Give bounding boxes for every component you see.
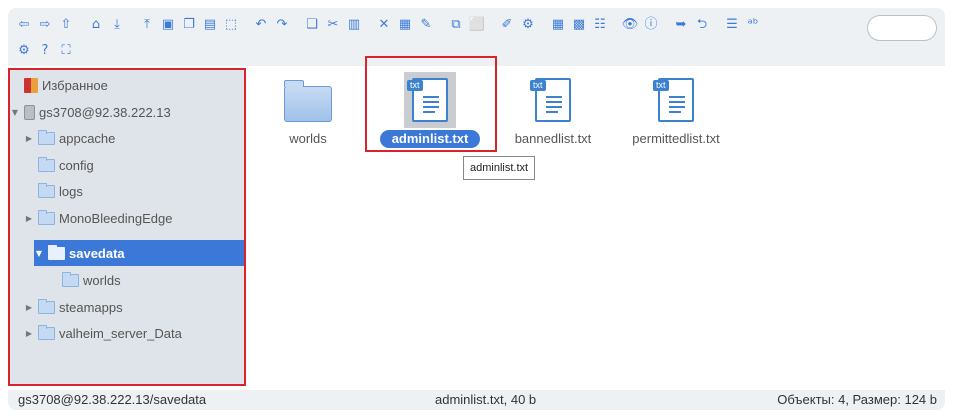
copy-doc-icon[interactable]: ❐	[181, 17, 197, 33]
status-path: gs3708@92.38.222.13/savedata	[18, 392, 207, 407]
file-name: bannedlist.txt	[514, 131, 592, 146]
tree-item-worlds[interactable]: worlds	[10, 268, 244, 292]
folder-tree: Избранное ▼ gs3708@92.38.222.13 ▶ appcac…	[8, 68, 246, 386]
extract-icon[interactable]: ⚙	[520, 17, 536, 33]
collapse-arrow-icon[interactable]: ▼	[10, 108, 20, 117]
info-icon[interactable]: ⓘ	[643, 17, 659, 33]
tree-item-server[interactable]: ▼ gs3708@92.38.222.13	[10, 100, 244, 124]
up-icon[interactable]: ⇧	[58, 17, 74, 33]
tree-item-config[interactable]: config	[10, 153, 244, 177]
file-manager-window: ⇦ ⇨ ⇧ ⌂ ⤓ ⤒ ▣ ❐ ▤ ⬚ ↶ ↷ ❏ ✂ ▥ ✕ ▦ ✎ ⧉ ⬜ ✐ ⚙ ▦ ▩ ☷ 👁 ⓘ ➥ ⮌ ☰ ᵃᵇ ⚙? ⛶ Изб…	[8, 8, 945, 410]
tree-item-label: savedata	[69, 245, 125, 261]
tree-item-appcache[interactable]: ▶ appcache	[10, 126, 244, 150]
icons-view-icon[interactable]: ▦	[550, 17, 566, 33]
folder-icon	[38, 209, 55, 225]
tree-item-label: config	[59, 157, 94, 173]
expand-arrow-icon[interactable]: ▶	[24, 303, 34, 312]
fullscreen-icon[interactable]: ⛶	[58, 43, 74, 59]
home-icon[interactable]: ⌂	[88, 17, 104, 33]
tooltip: adminlist.txt	[463, 156, 536, 180]
tree-item-label: steamapps	[59, 299, 123, 315]
redo-icon[interactable]: ↷	[274, 17, 290, 33]
tree-item-label: logs	[59, 183, 83, 199]
expand-arrow-icon[interactable]: ▶	[24, 329, 34, 338]
save-alt-icon[interactable]: ▤	[202, 17, 218, 33]
file-item-permittedlist[interactable]: txt permittedlist.txt	[616, 72, 736, 156]
folder-icon	[283, 80, 332, 122]
server-icon	[24, 104, 35, 120]
folder-icon	[62, 271, 79, 287]
toolbar-row-2: ⚙? ⛶	[16, 43, 79, 59]
status-summary: Объекты: 4, Размер: 124 b	[777, 392, 937, 407]
folder-icon	[38, 129, 55, 145]
tree-item-label: gs3708@92.38.222.13	[39, 104, 171, 120]
save-icon[interactable]: ▣	[160, 17, 176, 33]
arrow-left-icon[interactable]: ⮌	[694, 17, 710, 33]
tree-item-label: MonoBleedingEdge	[59, 210, 173, 226]
folder-icon	[38, 156, 55, 172]
select-icon[interactable]: ⬚	[223, 17, 239, 33]
file-thumb	[248, 72, 368, 128]
tree-item-label: worlds	[83, 272, 121, 288]
forward-icon[interactable]: ⇨	[37, 17, 53, 33]
expand-arrow-icon[interactable]: ▶	[24, 134, 34, 143]
cut-icon[interactable]: ✂	[325, 17, 341, 33]
file-thumb: txt	[616, 72, 736, 128]
favorites-icon	[24, 77, 38, 93]
file-type-tag: txt	[653, 80, 669, 91]
tree-item-valheim-server-data[interactable]: ▶ valheim_server_Data	[10, 321, 244, 345]
status-bar: gs3708@92.38.222.13/savedata adminlist.t…	[8, 390, 945, 410]
download-icon[interactable]: ⤓	[109, 17, 125, 33]
folder-icon	[38, 182, 55, 198]
help-icon[interactable]: ?	[37, 43, 53, 59]
duplicate-icon[interactable]: ⧉	[448, 17, 464, 33]
edit-icon[interactable]: ✐	[499, 17, 515, 33]
status-selection: adminlist.txt, 40 b	[435, 392, 537, 407]
settings-icon[interactable]: ⚙	[16, 43, 32, 59]
preview-icon[interactable]: 👁	[622, 17, 639, 33]
file-item-worlds[interactable]: worlds	[248, 72, 368, 156]
tree-item-favorites[interactable]: Избранное	[10, 73, 244, 97]
folder-icon	[38, 298, 55, 314]
tree-item-label: appcache	[59, 130, 116, 146]
tree-item-label: Избранное	[42, 77, 108, 93]
tree-item-logs[interactable]: logs	[10, 179, 244, 203]
folder-open-icon	[48, 244, 65, 260]
tree-item-steamapps[interactable]: ▶ steamapps	[10, 295, 244, 319]
txt-file-icon: txt	[653, 78, 694, 122]
text-icon[interactable]: ᵃᵇ	[745, 17, 761, 33]
copy-icon[interactable]: ❏	[304, 17, 320, 33]
tree-item-label: valheim_server_Data	[59, 325, 182, 341]
file-thumb: txt	[493, 72, 613, 128]
collapse-arrow-icon[interactable]: ▼	[34, 249, 44, 258]
clear-icon[interactable]: ▦	[397, 17, 413, 33]
delete-icon[interactable]: ✕	[376, 17, 392, 33]
paste-icon[interactable]: ▥	[346, 17, 362, 33]
search-input[interactable]	[867, 15, 937, 41]
file-item-bannedlist[interactable]: txt bannedlist.txt	[493, 72, 613, 156]
details-icon[interactable]: ☰	[724, 17, 740, 33]
folder-icon	[38, 324, 55, 340]
txt-file-icon: txt	[530, 78, 571, 122]
rename-icon[interactable]: ✎	[418, 17, 434, 33]
back-icon[interactable]: ⇦	[16, 17, 32, 33]
arrow-right-icon[interactable]: ➥	[673, 17, 689, 33]
select-all-icon[interactable]: ⬜	[469, 17, 485, 33]
undo-icon[interactable]: ↶	[253, 17, 269, 33]
tree-item-monobleedingedge[interactable]: ▶ MonoBleedingEdge	[10, 206, 244, 230]
upload-icon[interactable]: ⤒	[139, 17, 155, 33]
toolbar-row-1: ⇦ ⇨ ⇧ ⌂ ⤓ ⤒ ▣ ❐ ▤ ⬚ ↶ ↷ ❏ ✂ ▥ ✕ ▦ ✎ ⧉ ⬜ ✐ ⚙ ▦ ▩ ☷ 👁 ⓘ ➥ ⮌ ☰ ᵃᵇ	[16, 17, 766, 33]
expand-arrow-icon[interactable]: ▶	[24, 214, 34, 223]
file-type-tag: txt	[530, 80, 546, 91]
grid-view-icon[interactable]: ▩	[571, 17, 587, 33]
tree-item-savedata[interactable]: ▼ savedata	[34, 240, 244, 266]
highlight-box	[365, 56, 497, 152]
file-name: permittedlist.txt	[632, 131, 720, 146]
file-name: worlds	[289, 131, 327, 146]
list-view-icon[interactable]: ☷	[592, 17, 608, 33]
